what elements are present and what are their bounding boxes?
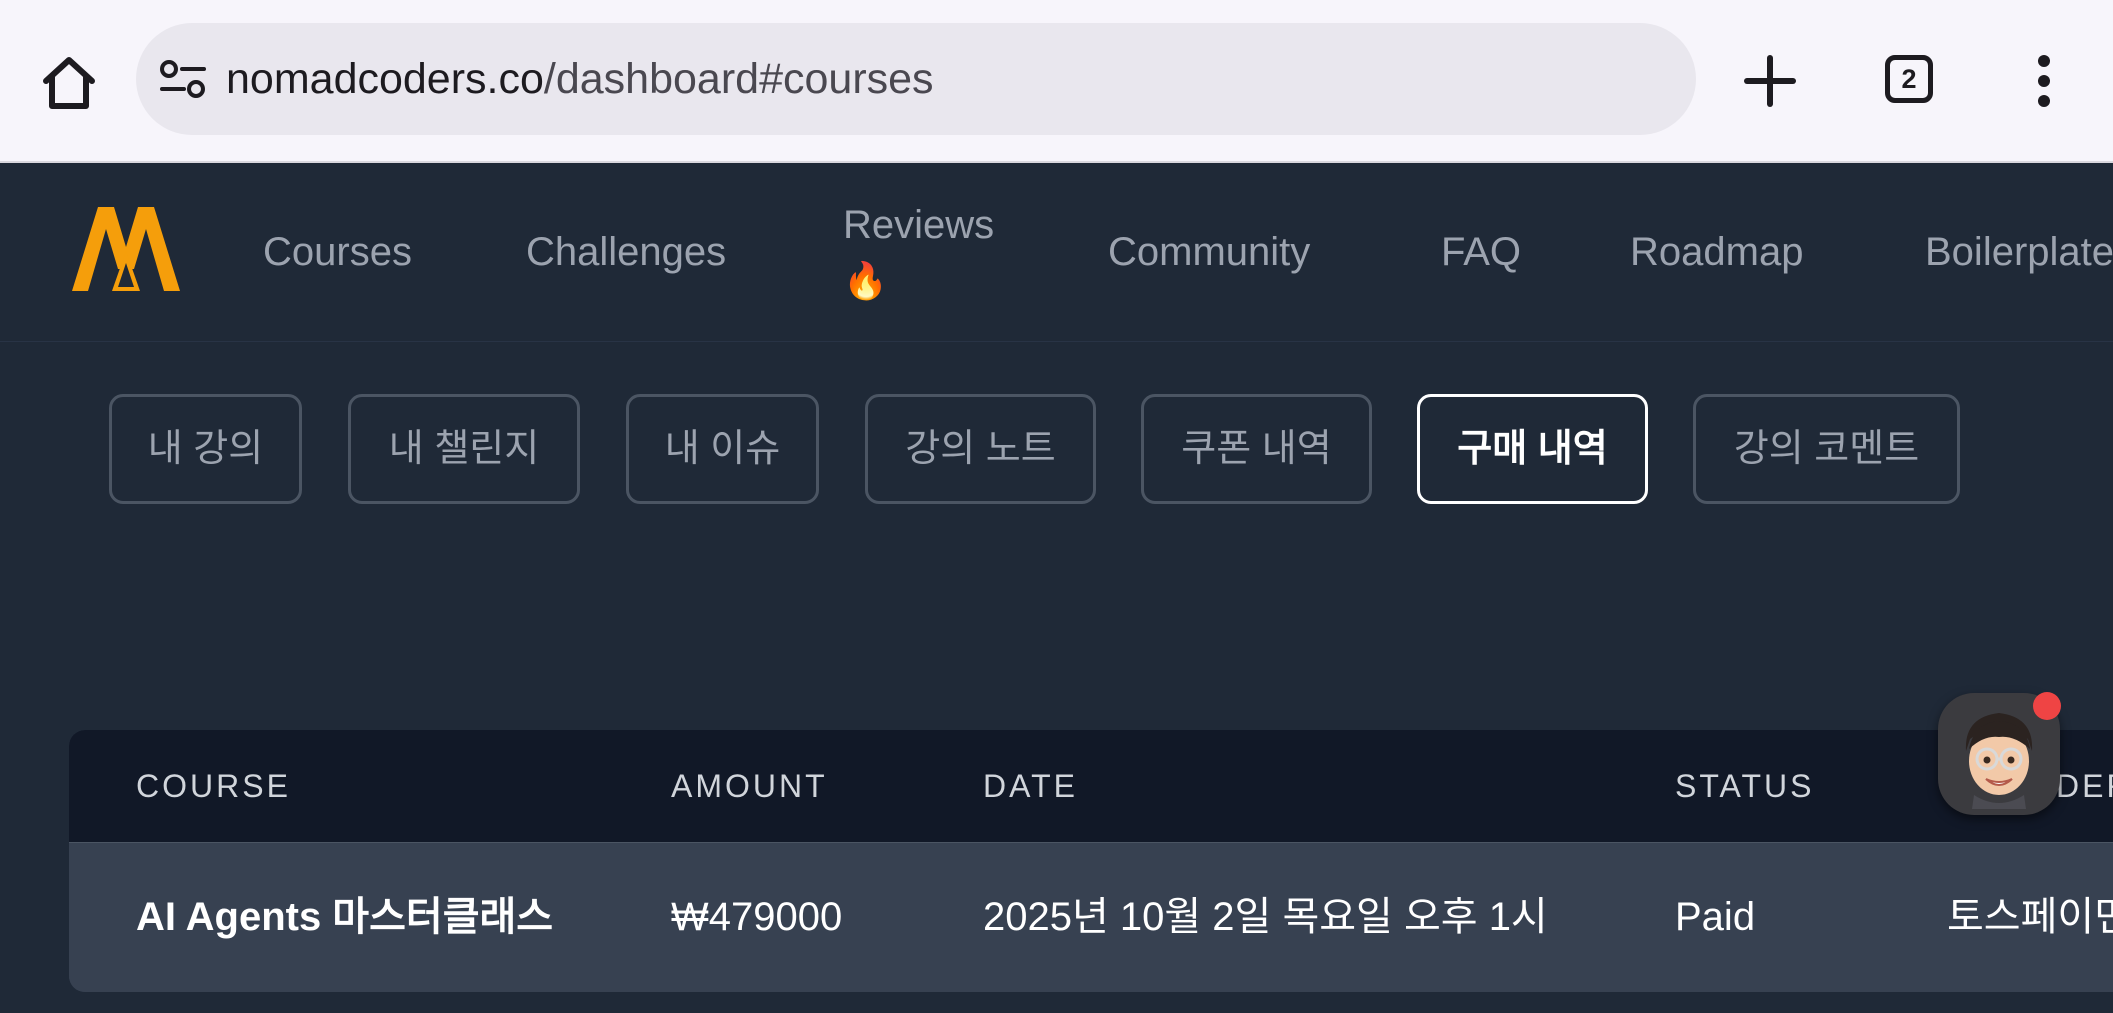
site-header: Courses Challenges Reviews 🔥 Community F… [0,163,2113,342]
nav-community[interactable]: Community [1108,163,1310,341]
site-settings-icon[interactable] [160,59,206,99]
nav-reviews[interactable]: Reviews 🔥 [843,197,994,309]
tab-coupon-history[interactable]: 쿠폰 내역 [1141,394,1372,504]
cell-date: 2025년 10월 2일 목요일 오후 1시 [983,895,1548,939]
tab-switcher-icon[interactable]: 2 [1885,55,1933,103]
nav-boilerplate[interactable]: Boilerplate [1925,163,2113,341]
column-header-provider: DER [2056,768,2113,804]
column-header-course: COURSE [136,768,291,804]
tab-my-issues[interactable]: 내 이슈 [626,394,819,504]
nav-challenges[interactable]: Challenges [526,163,726,341]
nav-roadmap[interactable]: Roadmap [1630,163,1803,341]
column-header-amount: AMOUNT [671,768,828,804]
notification-dot [2033,692,2061,720]
nomad-coders-logo[interactable] [68,203,184,295]
nav-faq[interactable]: FAQ [1441,163,1521,341]
tab-course-notes[interactable]: 강의 노트 [865,394,1096,504]
cell-status: Paid [1675,895,1756,939]
column-header-status: STATUS [1675,768,1815,804]
url-text[interactable]: nomadcoders.co/dashboard#courses [226,23,934,135]
purchase-table: COURSE AMOUNT DATE STATUS DER AI Agents … [69,730,2113,992]
tab-my-challenges[interactable]: 내 챌린지 [348,394,580,504]
table-header: COURSE AMOUNT DATE STATUS DER [69,730,2113,843]
column-header-date: DATE [983,768,1078,804]
tab-course-comments[interactable]: 강의 코멘트 [1693,394,1960,504]
tab-my-courses[interactable]: 내 강의 [109,394,302,504]
address-bar[interactable]: nomadcoders.co/dashboard#courses [136,23,1696,135]
home-icon[interactable] [40,55,98,111]
tab-purchase-history[interactable]: 구매 내역 [1417,394,1648,504]
more-vert-icon[interactable] [2034,54,2054,108]
fire-icon: 🔥 [843,260,888,301]
nav-courses[interactable]: Courses [263,163,412,341]
nav-reviews-label: Reviews [843,203,995,247]
cell-provider: 토스페이먼 [1947,895,2113,939]
browser-toolbar: nomadcoders.co/dashboard#courses 2 [0,0,2113,163]
cell-amount: ₩479000 [671,895,843,939]
table-row[interactable]: AI Agents 마스터클래스 ₩479000 2025년 10월 2일 목요… [69,843,2113,992]
new-tab-plus-icon[interactable] [1744,55,1796,107]
cell-course[interactable]: AI Agents 마스터클래스 [136,843,553,992]
